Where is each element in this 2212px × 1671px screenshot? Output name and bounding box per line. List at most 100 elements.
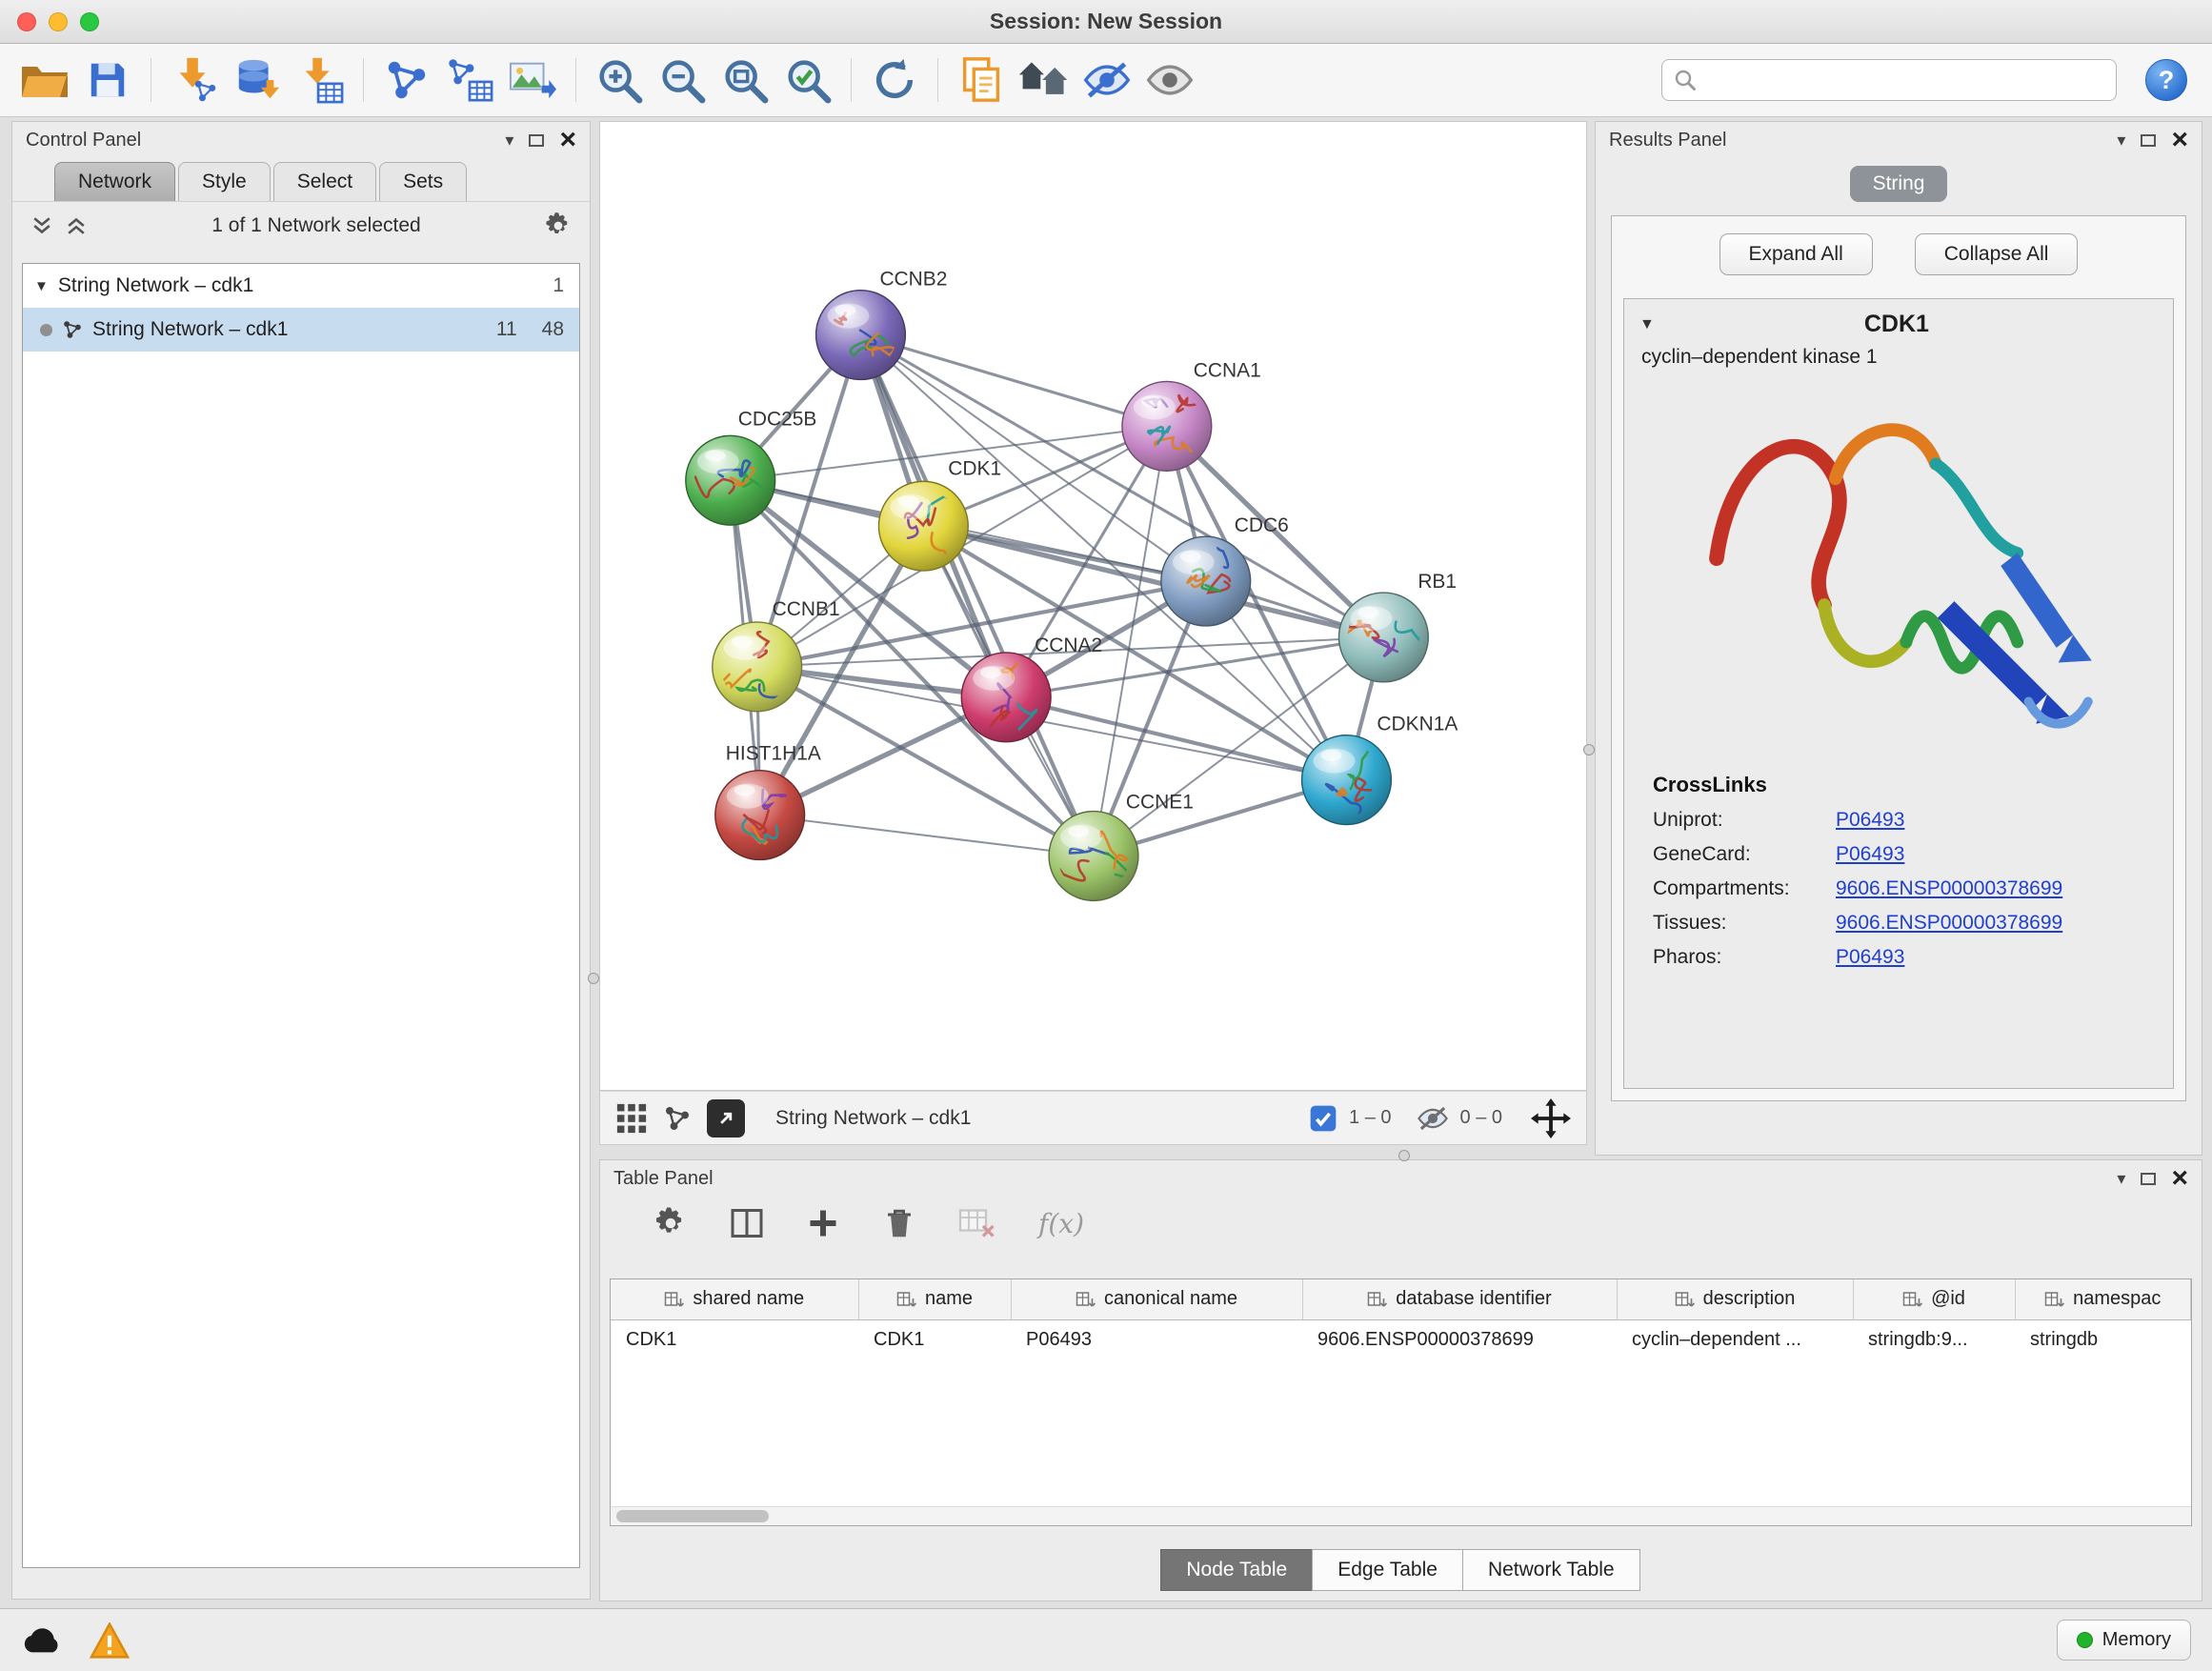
refresh-button[interactable] xyxy=(865,51,924,109)
import-table-from-file-button[interactable] xyxy=(291,51,350,109)
column-header-shared-name[interactable]: shared name xyxy=(611,1279,858,1319)
network-collection-row[interactable]: ▼ String Network – cdk1 1 xyxy=(23,264,579,308)
panel-close-icon[interactable]: × xyxy=(559,131,576,150)
save-session-button[interactable] xyxy=(78,51,137,109)
column-header-id[interactable]: @id xyxy=(1853,1279,2015,1319)
zoom-fit-button[interactable] xyxy=(715,51,774,109)
crosslink-uniprot-link[interactable]: P06493 xyxy=(1836,809,1904,832)
protein-collapse-caret-icon[interactable]: ▼ xyxy=(1639,316,1655,333)
tab-select[interactable]: Select xyxy=(273,162,376,201)
hide-unhide-button[interactable] xyxy=(1077,51,1136,109)
network-canvas[interactable]: CCNB2CCNA1CDC25BCDK1CDC6RB1CCNB1CCNA2CDK… xyxy=(599,121,1587,1091)
panel-close-icon[interactable]: × xyxy=(2171,131,2188,150)
crosslink-compartments-link[interactable]: 9606.ENSP00000378699 xyxy=(1836,877,2062,900)
grid-view-icon[interactable] xyxy=(615,1102,648,1135)
tree-caret-icon[interactable]: ▼ xyxy=(34,278,49,294)
duplicate-document-button[interactable] xyxy=(952,51,1011,109)
open-session-button[interactable] xyxy=(15,51,74,109)
string-network-graph[interactable]: CCNB2CCNA1CDC25BCDK1CDC6RB1CCNB1CCNA2CDK… xyxy=(600,122,1586,1090)
crosslink-genecard-link[interactable]: P06493 xyxy=(1836,843,1904,866)
tab-network-table[interactable]: Network Table xyxy=(1462,1549,1640,1591)
splitter-handle[interactable] xyxy=(1398,1150,1410,1161)
splitter-handle[interactable] xyxy=(588,973,599,984)
column-header-database-identifier[interactable]: database identifier xyxy=(1302,1279,1617,1319)
cell-name[interactable]: CDK1 xyxy=(858,1319,1011,1359)
tab-sets[interactable]: Sets xyxy=(379,162,467,201)
tab-network[interactable]: Network xyxy=(54,162,175,201)
memory-button[interactable]: Memory xyxy=(2057,1620,2191,1661)
home-button[interactable] xyxy=(1015,51,1074,109)
cell-description[interactable]: cyclin–dependent ... xyxy=(1617,1319,1853,1359)
show-columns-icon[interactable] xyxy=(730,1206,764,1240)
network-view-icon[interactable] xyxy=(663,1104,692,1133)
expand-all-button[interactable]: Expand All xyxy=(1719,233,1873,275)
tab-style[interactable]: Style xyxy=(178,162,271,201)
network-node-hist1h1a[interactable]: HIST1H1A xyxy=(715,743,821,860)
import-network-from-database-button[interactable] xyxy=(228,51,287,109)
panel-float-icon[interactable] xyxy=(2141,1173,2156,1185)
new-network-button[interactable] xyxy=(377,51,436,109)
cell-namespace[interactable]: stringdb xyxy=(2015,1319,2191,1359)
network-node-ccna1[interactable]: CCNA1 xyxy=(1122,359,1261,471)
hidden-eye-slash-icon[interactable] xyxy=(1417,1104,1449,1133)
export-image-button[interactable] xyxy=(503,51,562,109)
tab-edge-table[interactable]: Edge Table xyxy=(1312,1549,1463,1591)
pan-crosshair-icon[interactable] xyxy=(1531,1098,1571,1138)
crosslink-pharos-link[interactable]: P06493 xyxy=(1836,946,1904,969)
network-node-rb1[interactable]: RB1 xyxy=(1338,571,1457,682)
refresh-icon xyxy=(871,56,918,104)
crosslink-tissues-link[interactable]: 9606.ENSP00000378699 xyxy=(1836,912,2062,935)
network-node-ccnb1[interactable]: CCNB1 xyxy=(713,598,840,718)
panel-float-icon[interactable] xyxy=(529,134,544,147)
node-label: HIST1H1A xyxy=(726,743,821,765)
results-tab-string[interactable]: String xyxy=(1850,166,1948,202)
panel-float-icon[interactable] xyxy=(2141,134,2156,147)
homes-icon xyxy=(1017,58,1071,102)
collapse-all-icon[interactable] xyxy=(30,213,54,238)
splitter-handle[interactable] xyxy=(1583,744,1595,755)
show-panel-button[interactable] xyxy=(1140,51,1199,109)
table-settings-gear-icon[interactable] xyxy=(654,1206,688,1240)
column-header-canonical-name[interactable]: canonical name xyxy=(1011,1279,1302,1319)
network-node-cdc25b[interactable]: CDC25B xyxy=(686,408,817,525)
collapse-all-button[interactable]: Collapse All xyxy=(1915,233,2079,275)
horizontal-scrollbar[interactable] xyxy=(611,1506,2191,1525)
new-network-from-table-button[interactable] xyxy=(440,51,499,109)
cell-database-identifier[interactable]: 9606.ENSP00000378699 xyxy=(1302,1319,1617,1359)
network-node-cdk1[interactable]: CDK1 xyxy=(878,457,1001,571)
network-edge[interactable] xyxy=(860,335,1094,856)
zoom-selected-button[interactable] xyxy=(778,51,837,109)
search-input[interactable] xyxy=(1661,59,2117,101)
tab-node-table[interactable]: Node Table xyxy=(1160,1549,1313,1591)
column-header-namespace[interactable]: namespac xyxy=(2015,1279,2191,1319)
network-node-cdkn1a[interactable]: CDKN1A xyxy=(1302,714,1458,825)
network-edge[interactable] xyxy=(860,335,1166,427)
table-row[interactable]: CDK1 CDK1 P06493 9606.ENSP00000378699 cy… xyxy=(611,1319,2191,1359)
network-row-selected[interactable]: String Network – cdk1 11 48 xyxy=(23,308,579,352)
help-button[interactable]: ? xyxy=(2145,59,2187,101)
network-edge[interactable] xyxy=(760,815,1094,856)
selected-checkbox-icon[interactable] xyxy=(1309,1104,1337,1133)
panel-collapse-icon[interactable]: ▾ xyxy=(2117,1170,2125,1187)
detach-view-button[interactable] xyxy=(707,1099,745,1137)
zoom-out-button[interactable] xyxy=(653,51,712,109)
scrollbar-thumb[interactable] xyxy=(616,1510,769,1522)
cell-canonical-name[interactable]: P06493 xyxy=(1011,1319,1302,1359)
delete-trash-icon[interactable] xyxy=(882,1206,916,1240)
cloud-icon[interactable] xyxy=(21,1625,65,1656)
expand-all-icon[interactable] xyxy=(64,213,89,238)
cell-id[interactable]: stringdb:9... xyxy=(1853,1319,2015,1359)
panel-collapse-icon[interactable]: ▾ xyxy=(505,131,513,149)
network-options-gear-icon[interactable] xyxy=(544,211,573,240)
network-node-ccnb2[interactable]: CCNB2 xyxy=(816,269,948,380)
warning-icon[interactable] xyxy=(90,1622,130,1659)
column-header-name[interactable]: name xyxy=(858,1279,1011,1319)
cell-shared-name[interactable]: CDK1 xyxy=(611,1319,858,1359)
panel-collapse-icon[interactable]: ▾ xyxy=(2117,131,2125,149)
zoom-in-button[interactable] xyxy=(590,51,649,109)
import-network-from-file-button[interactable] xyxy=(165,51,224,109)
column-header-description[interactable]: description xyxy=(1617,1279,1853,1319)
network-edge[interactable] xyxy=(1006,697,1346,780)
add-column-plus-icon[interactable] xyxy=(806,1206,840,1240)
panel-close-icon[interactable]: × xyxy=(2171,1169,2188,1188)
